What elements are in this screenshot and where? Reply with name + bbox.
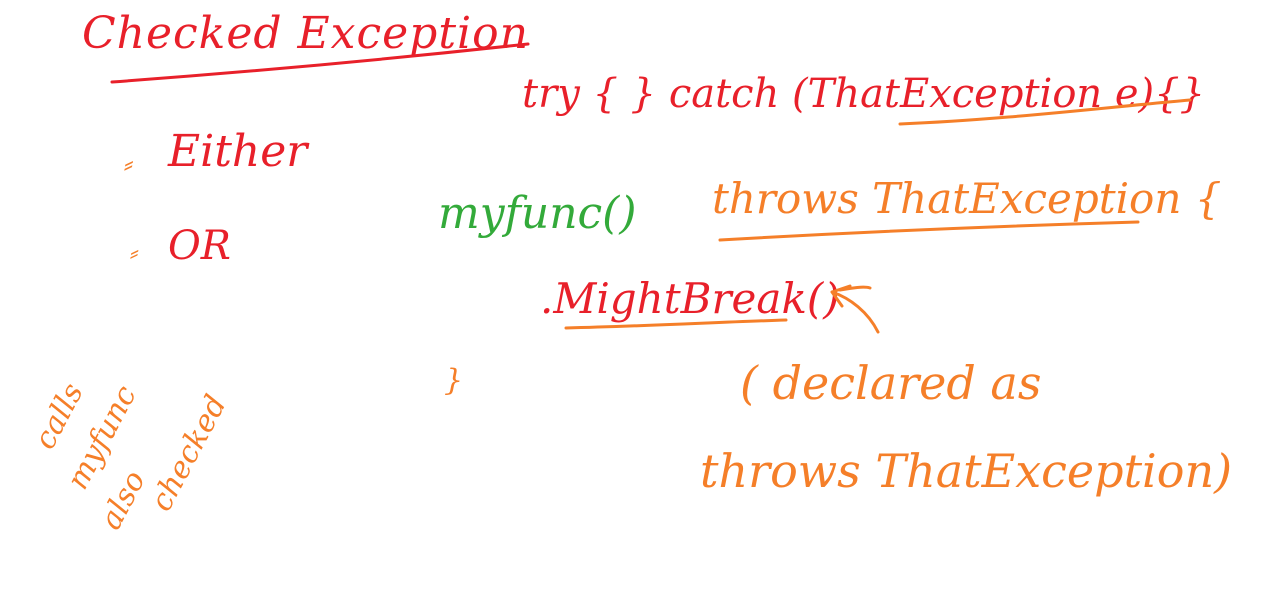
pointer-arrow-icon [830, 284, 880, 334]
whiteboard-canvas: Checked Exception ⸗ Either ⸗ OR try { } … [0, 0, 1268, 590]
pen-strokes [110, 42, 1192, 334]
call-underline [564, 318, 788, 330]
title-underline [110, 42, 530, 84]
throws-underline [718, 220, 1140, 242]
catch-underline [898, 98, 1192, 126]
